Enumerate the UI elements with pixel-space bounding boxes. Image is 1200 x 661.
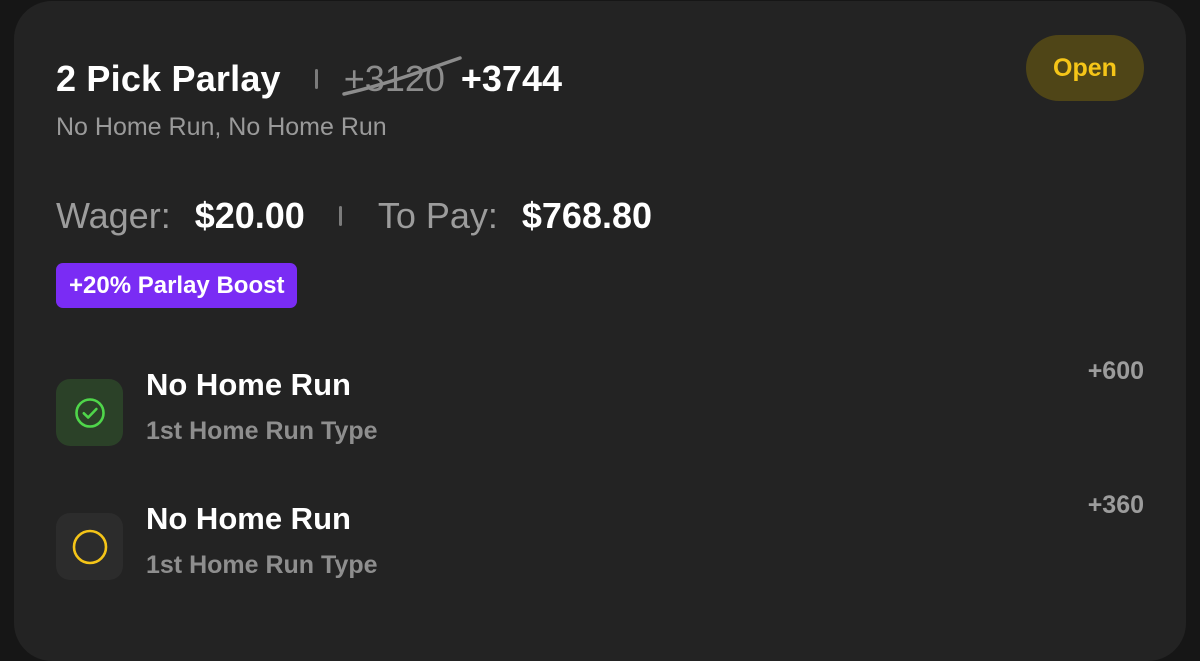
leg-status-box <box>56 513 123 580</box>
status-badge: Open <box>1026 35 1144 101</box>
boosted-odds: +3744 <box>460 58 562 99</box>
divider <box>314 69 318 89</box>
to-pay-value: $768.80 <box>521 195 653 236</box>
bet-title: 2 Pick Parlay <box>56 58 281 99</box>
bet-slip-card[interactable]: 2 Pick Parlay +3120 +3744 No Home Run, N… <box>14 1 1186 661</box>
leg-odds: +360 <box>1087 491 1144 519</box>
leg-selection: No Home Run <box>146 501 351 536</box>
parlay-boost-badge: +20% Parlay Boost <box>56 263 298 308</box>
leg-market: 1st Home Run Type <box>146 417 378 445</box>
wager-label: Wager: <box>56 195 171 236</box>
original-odds: +3120 <box>342 56 462 100</box>
wager-value: $20.00 <box>194 195 305 236</box>
leg-market: 1st Home Run Type <box>146 551 378 579</box>
parlay-leg[interactable]: No Home Run 1st Home Run Type +360 <box>56 491 1144 601</box>
wager-row: Wager: $20.00 To Pay: $768.80 <box>56 193 652 239</box>
leg-status-box <box>56 379 123 446</box>
bet-subtitle: No Home Run, No Home Run <box>56 113 387 141</box>
open-circle-icon <box>72 529 107 564</box>
parlay-leg[interactable]: No Home Run 1st Home Run Type +600 <box>56 357 1144 467</box>
divider <box>338 206 342 226</box>
leg-odds: +600 <box>1087 357 1144 385</box>
title-row: 2 Pick Parlay +3120 +3744 <box>56 56 562 101</box>
leg-selection: No Home Run <box>146 367 351 402</box>
to-pay-label: To Pay: <box>377 195 498 236</box>
check-circle-icon <box>74 397 105 428</box>
